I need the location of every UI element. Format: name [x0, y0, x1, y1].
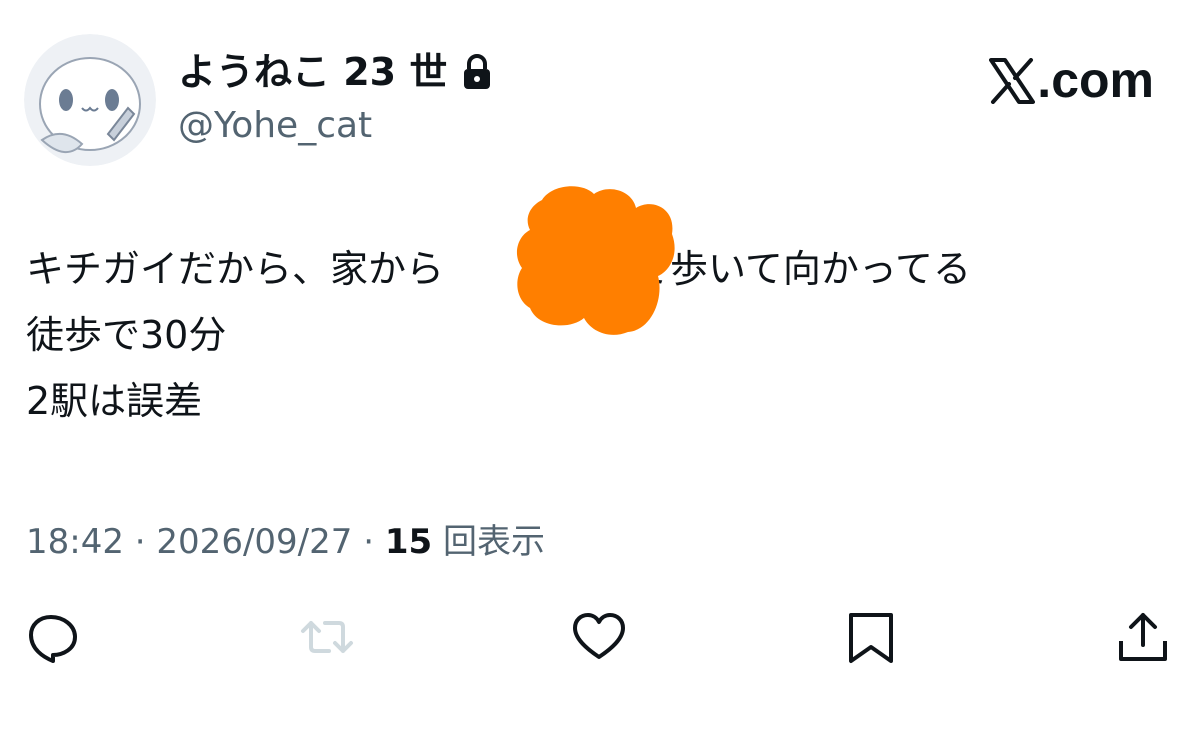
like-button[interactable] — [570, 608, 628, 666]
heart-icon — [573, 613, 625, 659]
action-bar — [0, 600, 1200, 670]
tweet-meta: 18:42 · 2026/09/27 · 15 回表示 — [26, 518, 545, 566]
meta-separator: · — [123, 522, 157, 562]
redaction-scribble — [512, 180, 682, 346]
share-icon — [1119, 613, 1167, 661]
tweet-line-1-before: キチガイだから、家から — [26, 247, 445, 291]
user-handle[interactable]: @Yohe_cat — [178, 104, 372, 148]
share-button[interactable] — [1114, 608, 1172, 666]
meta-separator: · — [352, 522, 385, 562]
retweet-button[interactable] — [298, 608, 356, 666]
avatar-character-icon — [24, 34, 156, 166]
bookmark-button[interactable] — [842, 608, 900, 666]
lock-icon — [461, 53, 493, 91]
bookmark-icon — [849, 613, 893, 663]
tweet-line-3: 2駅は誤差 — [26, 379, 203, 423]
tweet-time[interactable]: 18:42 — [26, 522, 124, 562]
reply-button[interactable] — [24, 608, 82, 666]
brand-logo: .com — [989, 50, 1154, 110]
tweet-date[interactable]: 2026/09/27 — [156, 522, 352, 562]
display-name[interactable]: ようねこ 23 世 — [178, 48, 447, 96]
reply-icon — [29, 615, 77, 663]
brand-label: .com — [1037, 52, 1154, 108]
views-count[interactable]: 15 — [385, 522, 432, 562]
avatar[interactable] — [24, 34, 156, 166]
display-name-row: ようねこ 23 世 — [178, 48, 493, 96]
views-label: 回表示 — [432, 522, 545, 562]
x-logo-icon — [989, 57, 1036, 104]
retweet-icon — [301, 621, 353, 653]
